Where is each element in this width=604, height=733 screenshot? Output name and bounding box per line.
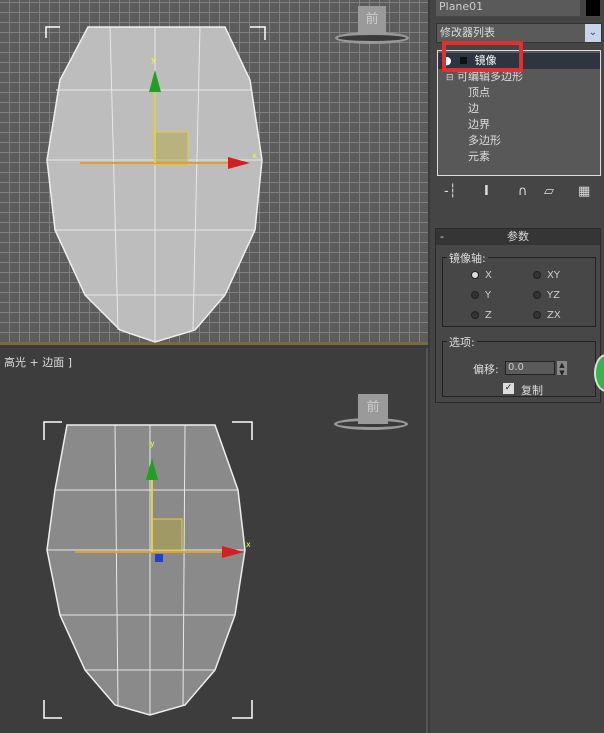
viewcube[interactable]: 前 bbox=[358, 6, 386, 34]
copy-checkbox[interactable]: ✓ bbox=[503, 383, 514, 394]
stack-item-border[interactable]: 边界 bbox=[438, 117, 600, 133]
collapse-icon[interactable]: ⊟ bbox=[446, 73, 454, 83]
modifier-list-label: 修改器列表 bbox=[440, 26, 495, 39]
radio-label: X bbox=[485, 270, 492, 281]
options-label: 选项: bbox=[447, 334, 477, 350]
command-panel: Plane01 修改器列表 ⌄ ● 镜像 ⊟ 可编辑多边形 顶点 边 边界 多边形 … bbox=[430, 0, 604, 733]
options-group: 选项: 偏移: 0.0 ▲ ▼ ✓ 复制 bbox=[442, 334, 596, 397]
viewport-top[interactable]: x y 前 bbox=[0, 0, 428, 345]
viewcube[interactable]: 前 bbox=[358, 394, 388, 424]
modifier-list-dropdown[interactable]: 修改器列表 ⌄ bbox=[436, 23, 602, 43]
mirror-axis-label: 镜像轴: bbox=[447, 250, 488, 266]
radio-xy[interactable]: XY bbox=[533, 270, 560, 281]
copy-label: 复制 bbox=[521, 384, 543, 397]
stack-toolbar: -┆ I ∩ ▱ ▦ bbox=[436, 182, 600, 204]
show-end-result-icon[interactable]: I bbox=[484, 184, 489, 199]
y-axis-label: y bbox=[150, 439, 155, 448]
collapse-toggle[interactable]: - bbox=[440, 229, 444, 245]
x-axis-label: x bbox=[252, 151, 257, 160]
x-axis-label: x bbox=[246, 540, 251, 549]
stack-item-edge[interactable]: 边 bbox=[438, 101, 600, 117]
radio-label: ZX bbox=[547, 310, 561, 321]
radio-label: YZ bbox=[547, 290, 560, 301]
rollout-header[interactable]: - 参数 bbox=[436, 229, 600, 245]
radio-yz[interactable]: YZ bbox=[533, 290, 560, 301]
mesh-top: x y bbox=[45, 26, 266, 343]
offset-spinner[interactable]: ▲ ▼ bbox=[557, 361, 567, 377]
rollout-title: 参数 bbox=[507, 230, 529, 243]
chevron-down-icon[interactable]: ⌄ bbox=[585, 24, 601, 42]
radio-z[interactable]: Z bbox=[471, 310, 492, 321]
stack-item-element[interactable]: 元素 bbox=[438, 149, 600, 165]
mirror-axis-group: 镜像轴: X Y Z XY YZ ZX bbox=[442, 250, 596, 327]
stack-item-polygon[interactable]: 多边形 bbox=[438, 133, 600, 149]
object-name-field[interactable]: Plane01 bbox=[436, 0, 580, 16]
offset-label: 偏移: bbox=[473, 363, 499, 376]
pin-stack-icon[interactable]: -┆ bbox=[444, 184, 457, 199]
highlight-box bbox=[442, 41, 523, 72]
remove-modifier-icon[interactable]: ▱ bbox=[544, 184, 554, 199]
stack-item-vertex[interactable]: 顶点 bbox=[438, 85, 600, 101]
radio-zx[interactable]: ZX bbox=[533, 310, 561, 321]
radio-label: Y bbox=[485, 290, 492, 301]
configure-sets-icon[interactable]: ▦ bbox=[578, 184, 590, 199]
offset-input[interactable]: 0.0 bbox=[505, 361, 555, 375]
object-color-swatch[interactable] bbox=[586, 0, 600, 16]
make-unique-icon[interactable]: ∩ bbox=[518, 184, 528, 199]
viewcube-label: 前 bbox=[366, 400, 380, 415]
viewport-bottom[interactable]: 高光 + 边面 ] x y 前 bbox=[0, 348, 428, 733]
y-axis-label: y bbox=[151, 55, 156, 64]
radio-label: XY bbox=[547, 270, 560, 281]
mirrored-plane bbox=[46, 424, 246, 716]
parameters-rollout: - 参数 镜像轴: X Y Z XY YZ ZX 选项: 偏移: 0.0 ▲ ▼ ✓… bbox=[435, 228, 601, 403]
radio-label: Z bbox=[485, 310, 492, 321]
radio-y[interactable]: Y bbox=[471, 290, 491, 301]
viewcube-label: 前 bbox=[365, 12, 379, 27]
radio-x[interactable]: X bbox=[471, 270, 492, 281]
